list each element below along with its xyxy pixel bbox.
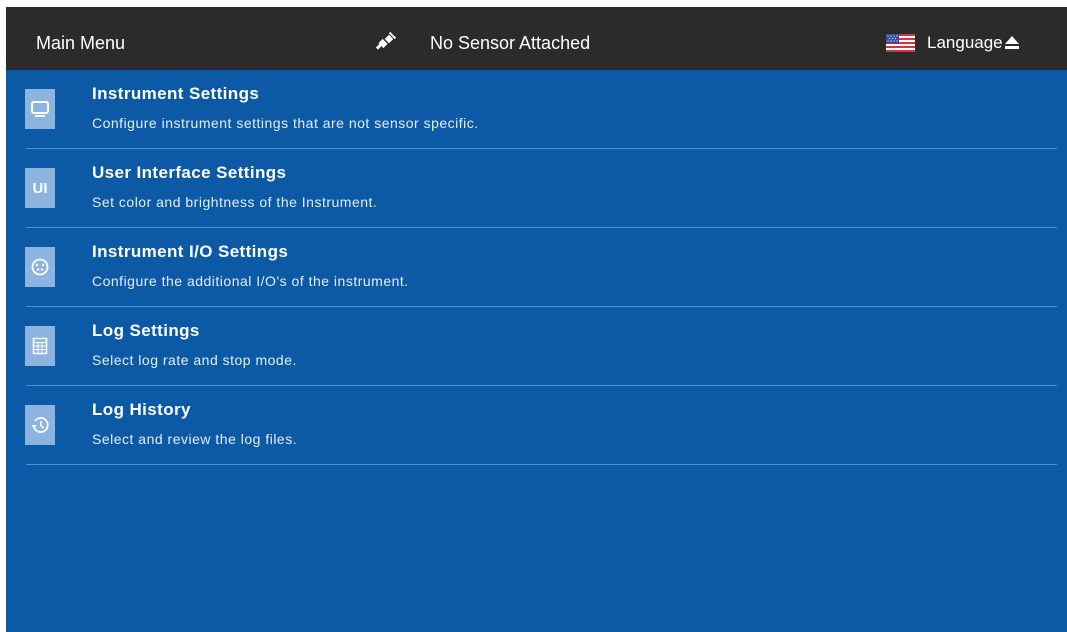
menu-item-title: Instrument Settings xyxy=(92,84,260,103)
language-label: Language xyxy=(927,33,1003,52)
history-icon xyxy=(25,405,55,445)
settings-menu-list: Instrument Settings Configure instrument… xyxy=(6,70,1067,465)
unplugged-connector-icon xyxy=(375,31,397,50)
menu-item-instrument-settings[interactable]: Instrument Settings Configure instrument… xyxy=(6,70,1067,149)
main-menu-screen: Main Menu No Sensor Attached Language In… xyxy=(6,7,1067,632)
menu-item-title: User Interface Settings xyxy=(92,163,287,182)
menu-item-instrument-io-settings[interactable]: Instrument I/O Settings Configure the ad… xyxy=(6,228,1067,307)
menu-item-description: Configure instrument settings that are n… xyxy=(92,115,479,131)
ui-icon-text: UI xyxy=(32,179,48,197)
us-flag-icon xyxy=(886,34,915,52)
menu-item-log-history[interactable]: Log History Select and review the log fi… xyxy=(6,386,1067,465)
menu-item-log-settings[interactable]: Log Settings Select log rate and stop mo… xyxy=(6,307,1067,386)
log-table-icon xyxy=(25,326,55,366)
menu-item-user-interface-settings[interactable]: UI User Interface Settings Set color and… xyxy=(6,149,1067,228)
ui-icon: UI xyxy=(25,168,55,208)
sensor-status: No Sensor Attached xyxy=(430,33,591,53)
menu-item-title: Instrument I/O Settings xyxy=(92,242,289,261)
menu-item-description: Select and review the log files. xyxy=(92,431,298,447)
language-button[interactable]: Language xyxy=(886,27,1003,59)
connector-port-icon xyxy=(25,247,55,287)
menu-item-title: Log Settings xyxy=(92,321,200,340)
monitor-icon xyxy=(25,89,55,129)
menu-item-title: Log History xyxy=(92,400,191,419)
menu-item-description: Select log rate and stop mode. xyxy=(92,352,297,368)
top-bar: Main Menu No Sensor Attached Language xyxy=(6,7,1067,70)
eject-icon[interactable] xyxy=(1004,34,1020,52)
page-title: Main Menu xyxy=(36,33,126,53)
menu-item-description: Configure the additional I/O's of the in… xyxy=(92,273,409,289)
menu-item-description: Set color and brightness of the Instrume… xyxy=(92,194,378,210)
divider xyxy=(26,464,1057,465)
